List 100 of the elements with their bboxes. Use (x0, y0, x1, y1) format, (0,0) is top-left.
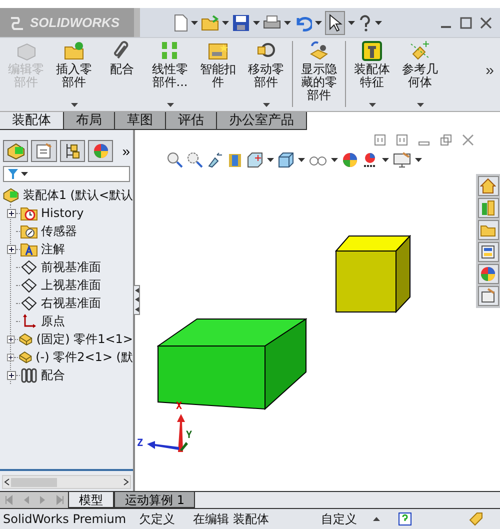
ribbon-button[interactable]: 移动零部件 (242, 38, 290, 110)
caret-icon[interactable] (191, 20, 198, 24)
save-icon[interactable] (232, 14, 250, 32)
ribbon-button[interactable]: 配合 (98, 38, 146, 110)
task-pane-tab[interactable] (478, 176, 498, 196)
tree-item[interactable]: 装配体1 (默认<默认 (22, 186, 133, 204)
tab[interactable]: 办公室产品 (217, 112, 307, 130)
tree-item[interactable]: 配合 (41, 366, 65, 384)
tree-item[interactable]: 上视基准面 (41, 276, 101, 294)
expand-icon[interactable] (7, 244, 16, 254)
feature-tree-tab[interactable] (3, 140, 28, 162)
close-icon[interactable] (480, 16, 492, 28)
ribbon-button[interactable]: 装配体特征 (348, 38, 396, 110)
zoom-area-icon[interactable] (187, 152, 203, 168)
tab[interactable]: 评估 (166, 112, 217, 130)
caret-icon[interactable] (331, 158, 338, 162)
axis-label: Y (186, 430, 192, 441)
tree-item[interactable]: 注解 (41, 240, 65, 258)
caret-icon[interactable] (253, 20, 260, 24)
print-icon[interactable] (263, 14, 281, 32)
caret-icon[interactable] (348, 20, 355, 24)
tree-item[interactable]: 原点 (41, 312, 65, 330)
custom-properties-icon (480, 288, 496, 304)
previous-view-icon[interactable] (207, 152, 223, 168)
scrollbar[interactable] (2, 475, 131, 489)
expand-icon[interactable] (7, 334, 15, 344)
caret-up-icon[interactable] (373, 517, 380, 521)
filter-field[interactable] (3, 166, 130, 182)
tree-item[interactable]: 传感器 (41, 222, 77, 240)
tile-icon[interactable] (374, 134, 386, 146)
ribbon-button[interactable]: 线性零部件... (146, 38, 194, 110)
caret-icon[interactable] (315, 20, 322, 24)
caret-icon[interactable] (284, 20, 291, 24)
help-icon[interactable] (398, 512, 412, 526)
property-tab[interactable] (31, 140, 57, 162)
arrow-right-icon[interactable] (122, 478, 130, 486)
caret-icon[interactable] (382, 158, 389, 162)
color-wheel-icon[interactable] (342, 152, 358, 168)
pointer-icon (327, 12, 343, 32)
task-pane-tab[interactable] (478, 264, 498, 284)
appearance-tab[interactable] (88, 140, 114, 162)
tree-item[interactable]: 右视基准面 (41, 294, 101, 312)
task-pane-tab[interactable] (478, 242, 498, 262)
zoom-icon[interactable] (167, 152, 183, 168)
select-button[interactable] (325, 10, 345, 34)
section-view-icon[interactable] (227, 152, 243, 168)
tree-item[interactable]: History (41, 206, 84, 220)
status-text[interactable]: 自定义 (321, 510, 373, 528)
task-pane-tab[interactable] (478, 220, 498, 240)
scene-icon[interactable] (362, 152, 378, 168)
display-style-icon[interactable] (278, 152, 294, 168)
axis-label: X (176, 401, 182, 412)
arrow-left-icon[interactable] (3, 478, 11, 486)
configuration-tab[interactable] (60, 140, 85, 162)
caret-icon[interactable] (298, 158, 305, 162)
expand-icon[interactable] (7, 352, 14, 362)
tab[interactable]: 运动算例 1 (114, 492, 196, 508)
home-icon (480, 178, 496, 194)
logo-icon (8, 14, 26, 30)
close-icon[interactable] (462, 134, 474, 146)
task-pane-tab[interactable] (478, 198, 498, 218)
color-wheel-icon (92, 143, 109, 159)
caret-icon[interactable] (21, 172, 28, 176)
splitter-handle[interactable] (133, 285, 140, 315)
ribbon-button[interactable]: 显示隐藏的零部件 (295, 38, 343, 110)
expand-icon[interactable] (7, 370, 16, 380)
tab[interactable]: 装配体 (0, 112, 64, 130)
assembly-icon (6, 142, 26, 160)
maximize-icon[interactable] (460, 16, 472, 28)
help-icon[interactable] (358, 14, 372, 32)
tile-icon[interactable] (396, 134, 408, 146)
more-button[interactable]: » (116, 143, 130, 159)
caret-icon[interactable] (222, 20, 229, 24)
expand-icon[interactable] (7, 208, 16, 218)
scrollbar-thumb[interactable] (11, 478, 57, 486)
tab[interactable]: 草图 (115, 112, 166, 130)
axis-label: Z (137, 438, 144, 449)
more-button[interactable]: » (484, 62, 496, 79)
tag-icon[interactable] (468, 511, 484, 527)
view-orientation-icon[interactable] (247, 152, 263, 168)
tab[interactable]: 模型 (68, 492, 114, 508)
tree-item[interactable]: (固定) 零件1<1> (36, 330, 133, 348)
tab[interactable]: 布局 (64, 112, 115, 130)
glasses-icon[interactable] (309, 154, 327, 166)
annotation-folder-icon (20, 241, 38, 257)
feature-icon (361, 40, 383, 62)
tree-item[interactable]: 前视基准面 (41, 258, 101, 276)
ribbon-button[interactable]: 智能扣件 (194, 38, 242, 110)
new-document-icon[interactable] (174, 14, 188, 32)
ribbon-button[interactable]: 参考几何体 (396, 38, 444, 110)
reference-geometry-icon (409, 40, 431, 62)
monitor-icon[interactable] (393, 152, 411, 168)
filter-icon (7, 168, 19, 180)
tree-item[interactable]: (-) 零件2<1> (默 (36, 348, 133, 366)
caret-icon[interactable] (375, 20, 382, 24)
caret-icon[interactable] (267, 158, 274, 162)
caret-icon[interactable] (415, 158, 422, 162)
restore-icon[interactable] (440, 134, 452, 146)
task-pane-tab[interactable] (478, 286, 498, 306)
ribbon-button[interactable]: 插入零部件 (50, 38, 98, 110)
